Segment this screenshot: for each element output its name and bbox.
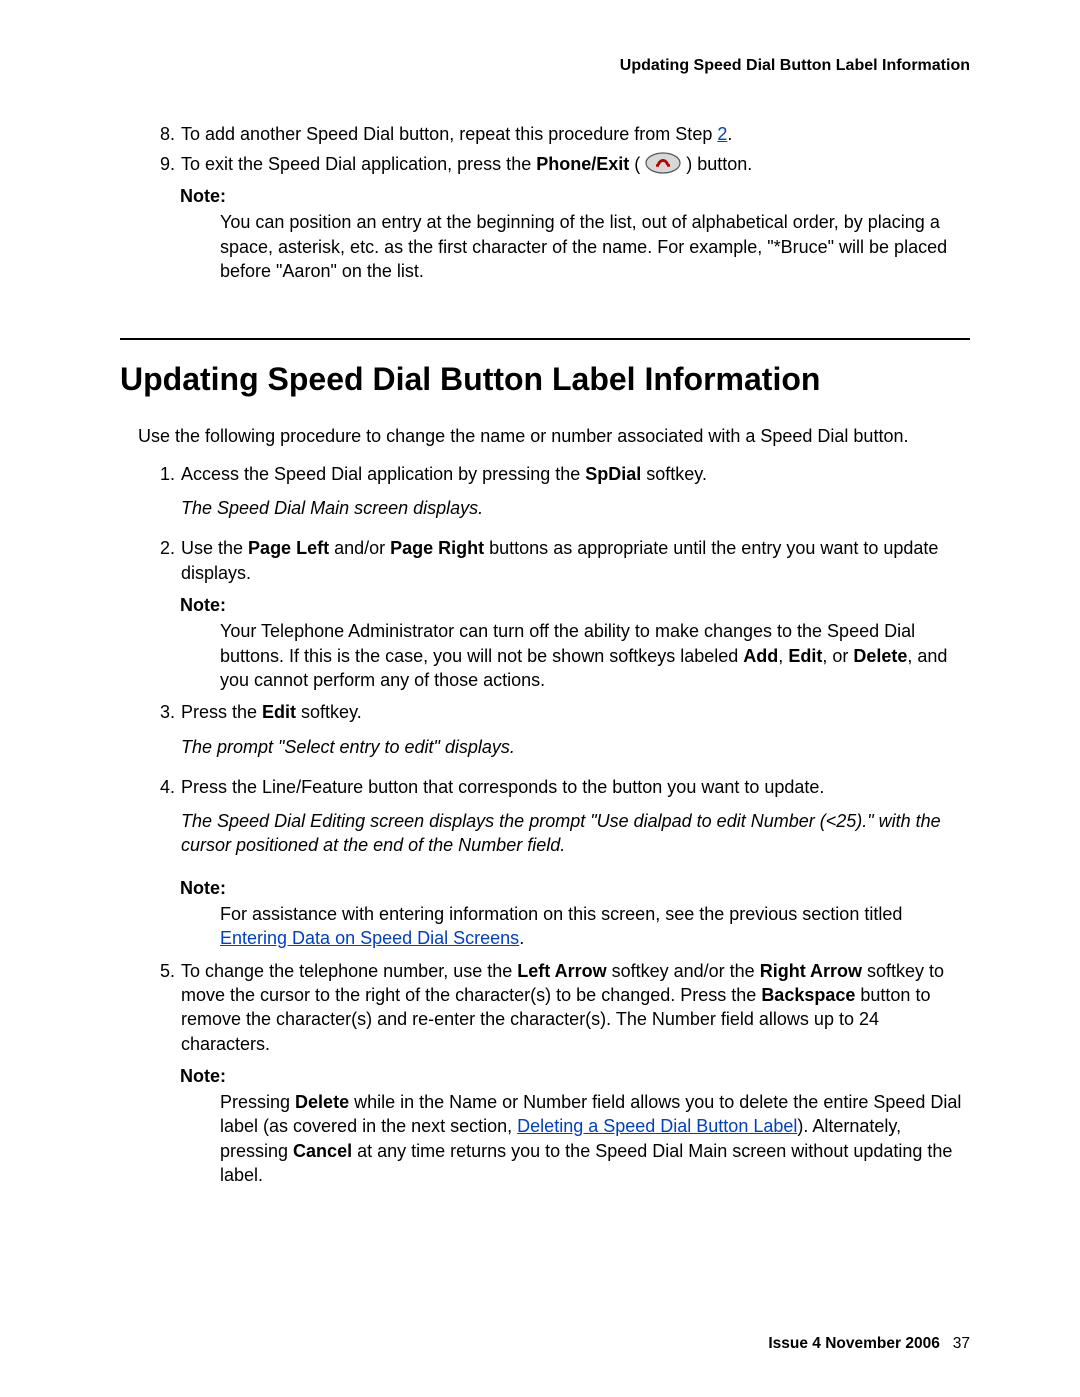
result-text: The Speed Dial Editing screen displays t… bbox=[181, 809, 970, 858]
step-5: 5. To change the telephone number, use t… bbox=[120, 959, 970, 1056]
step-body: To change the telephone number, use the … bbox=[181, 959, 970, 1056]
step-body: To exit the Speed Dial application, pres… bbox=[181, 152, 970, 176]
step-body: Use the Page Left and/or Page Right butt… bbox=[181, 536, 970, 585]
step-number: 2. bbox=[120, 536, 181, 585]
bold-text: Right Arrow bbox=[760, 961, 862, 981]
note-label: Note: bbox=[180, 876, 970, 900]
text: . bbox=[519, 928, 524, 948]
result-text: The Speed Dial Main screen displays. bbox=[181, 496, 970, 520]
text: ) button. bbox=[686, 154, 752, 174]
step-body: Press the Edit softkey. The prompt "Sele… bbox=[181, 700, 970, 769]
footer-page-number: 37 bbox=[953, 1335, 970, 1352]
text: To exit the Speed Dial application, pres… bbox=[181, 154, 536, 174]
text: Pressing bbox=[220, 1092, 295, 1112]
cross-ref-link[interactable]: Deleting a Speed Dial Button Label bbox=[517, 1116, 797, 1136]
bold-text: Backspace bbox=[761, 985, 855, 1005]
text: Press the bbox=[181, 702, 262, 722]
continued-steps-list: 8. To add another Speed Dial button, rep… bbox=[120, 122, 970, 177]
step-number: 9. bbox=[120, 152, 181, 176]
cross-ref-link[interactable]: Entering Data on Speed Dial Screens bbox=[220, 928, 519, 948]
note-body: Your Telephone Administrator can turn of… bbox=[220, 619, 970, 692]
note-label: Note: bbox=[180, 1064, 970, 1088]
step-number: 8. bbox=[120, 122, 181, 146]
step-number: 1. bbox=[120, 462, 181, 531]
phone-exit-icon bbox=[645, 152, 681, 174]
text: Use the bbox=[181, 538, 248, 558]
step-9: 9. To exit the Speed Dial application, p… bbox=[120, 152, 970, 176]
note-body: Pressing Delete while in the Name or Num… bbox=[220, 1090, 970, 1187]
result-text: The prompt "Select entry to edit" displa… bbox=[181, 735, 970, 759]
bold-text: Edit bbox=[262, 702, 296, 722]
step-1: 1. Access the Speed Dial application by … bbox=[120, 462, 970, 531]
procedure-steps-list: 5. To change the telephone number, use t… bbox=[120, 959, 970, 1056]
note-block: Note: Pressing Delete while in the Name … bbox=[180, 1064, 970, 1187]
bold-text: SpDial bbox=[585, 464, 641, 484]
text: For assistance with entering information… bbox=[220, 904, 902, 924]
text: softkey and/or the bbox=[607, 961, 760, 981]
bold-text: Edit bbox=[788, 646, 822, 666]
step-8: 8. To add another Speed Dial button, rep… bbox=[120, 122, 970, 146]
bold-text: Cancel bbox=[293, 1141, 352, 1161]
note-block: Note: Your Telephone Administrator can t… bbox=[180, 593, 970, 692]
text: ( bbox=[629, 154, 640, 174]
step-body: To add another Speed Dial button, repeat… bbox=[181, 122, 970, 146]
text: softkey. bbox=[296, 702, 362, 722]
text: Access the Speed Dial application by pre… bbox=[181, 464, 585, 484]
note-body: You can position an entry at the beginni… bbox=[220, 210, 970, 283]
text: . bbox=[727, 124, 732, 144]
step-4: 4. Press the Line/Feature button that co… bbox=[120, 775, 970, 868]
step-number: 3. bbox=[120, 700, 181, 769]
step-3: 3. Press the Edit softkey. The prompt "S… bbox=[120, 700, 970, 769]
bold-text: Page Left bbox=[248, 538, 329, 558]
footer-issue: Issue 4 November 2006 bbox=[768, 1335, 939, 1352]
text: and/or bbox=[329, 538, 390, 558]
procedure-steps-list: 1. Access the Speed Dial application by … bbox=[120, 462, 970, 585]
note-block: Note: For assistance with entering infor… bbox=[180, 876, 970, 951]
step-body: Access the Speed Dial application by pre… bbox=[181, 462, 970, 531]
running-header: Updating Speed Dial Button Label Informa… bbox=[120, 55, 970, 77]
text: , bbox=[778, 646, 788, 666]
note-label: Note: bbox=[180, 184, 970, 208]
text: softkey. bbox=[641, 464, 707, 484]
document-page: Updating Speed Dial Button Label Informa… bbox=[0, 0, 1080, 1397]
step-number: 5. bbox=[120, 959, 181, 1056]
text: To add another Speed Dial button, repeat… bbox=[181, 124, 717, 144]
bold-text: Delete bbox=[853, 646, 907, 666]
page-footer: Issue 4 November 2006 37 bbox=[768, 1334, 970, 1355]
section-heading: Updating Speed Dial Button Label Informa… bbox=[120, 358, 970, 401]
procedure-steps-list: 3. Press the Edit softkey. The prompt "S… bbox=[120, 700, 970, 867]
step-2: 2. Use the Page Left and/or Page Right b… bbox=[120, 536, 970, 585]
cross-ref-link[interactable]: 2 bbox=[717, 124, 727, 144]
section-rule bbox=[120, 338, 970, 340]
text: , or bbox=[822, 646, 853, 666]
step-number: 4. bbox=[120, 775, 181, 868]
bold-text: Left Arrow bbox=[517, 961, 606, 981]
note-body: For assistance with entering information… bbox=[220, 902, 970, 951]
text: Press the Line/Feature button that corre… bbox=[181, 777, 824, 797]
step-body: Press the Line/Feature button that corre… bbox=[181, 775, 970, 868]
section-intro: Use the following procedure to change th… bbox=[138, 424, 970, 448]
bold-text: Phone/Exit bbox=[536, 154, 629, 174]
bold-text: Add bbox=[743, 646, 778, 666]
text: To change the telephone number, use the bbox=[181, 961, 517, 981]
note-label: Note: bbox=[180, 593, 970, 617]
note-block: Note: You can position an entry at the b… bbox=[180, 184, 970, 283]
bold-text: Delete bbox=[295, 1092, 349, 1112]
bold-text: Page Right bbox=[390, 538, 484, 558]
